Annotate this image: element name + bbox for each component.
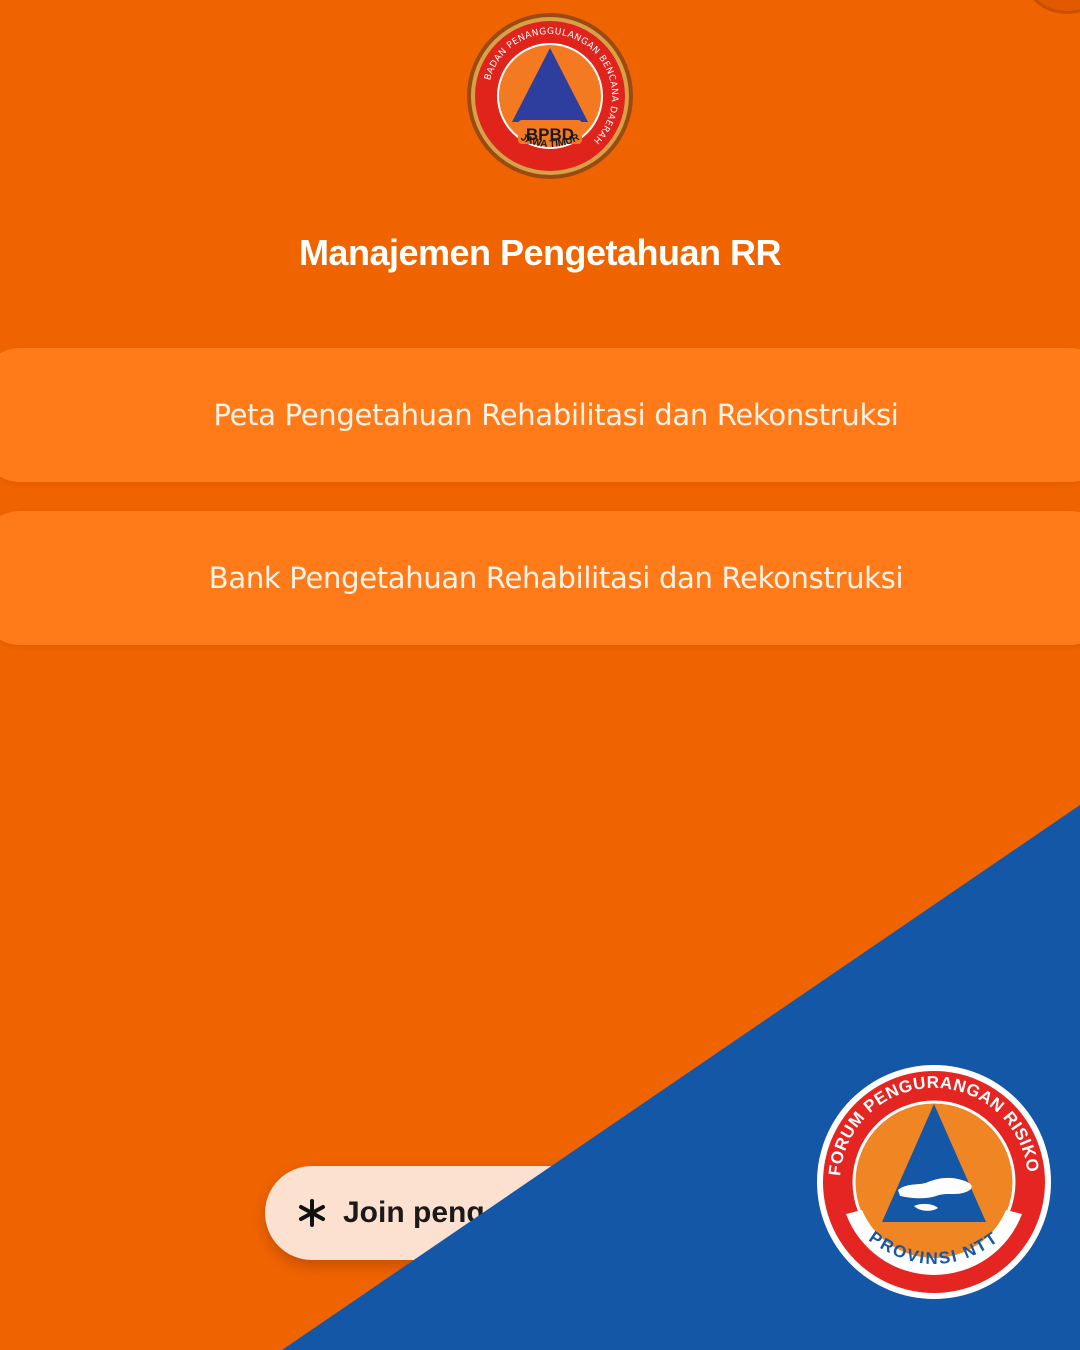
bpbd-logo: BADAN PENANGGULANGAN BENCANA DAERAH BPBD…: [467, 13, 633, 179]
join-button[interactable]: Join peng: [265, 1166, 785, 1260]
join-label: Join peng: [343, 1196, 485, 1229]
asterisk-icon: [295, 1196, 329, 1230]
forum-prb-logo: FORUM PENGURANGAN RISIKO BENCANA PROVINS…: [816, 1064, 1051, 1299]
link-label: Peta Pengetahuan Rehabilitasi dan Rekons…: [213, 398, 899, 432]
link-bank-pengetahuan[interactable]: Bank Pengetahuan Rehabilitasi dan Rekons…: [0, 511, 1080, 645]
link-peta-pengetahuan[interactable]: Peta Pengetahuan Rehabilitasi dan Rekons…: [0, 348, 1080, 482]
profile-corner-button[interactable]: [1024, 0, 1080, 14]
page-title: Manajemen Pengetahuan RR: [298, 232, 782, 273]
link-label: Bank Pengetahuan Rehabilitasi dan Rekons…: [208, 561, 904, 595]
